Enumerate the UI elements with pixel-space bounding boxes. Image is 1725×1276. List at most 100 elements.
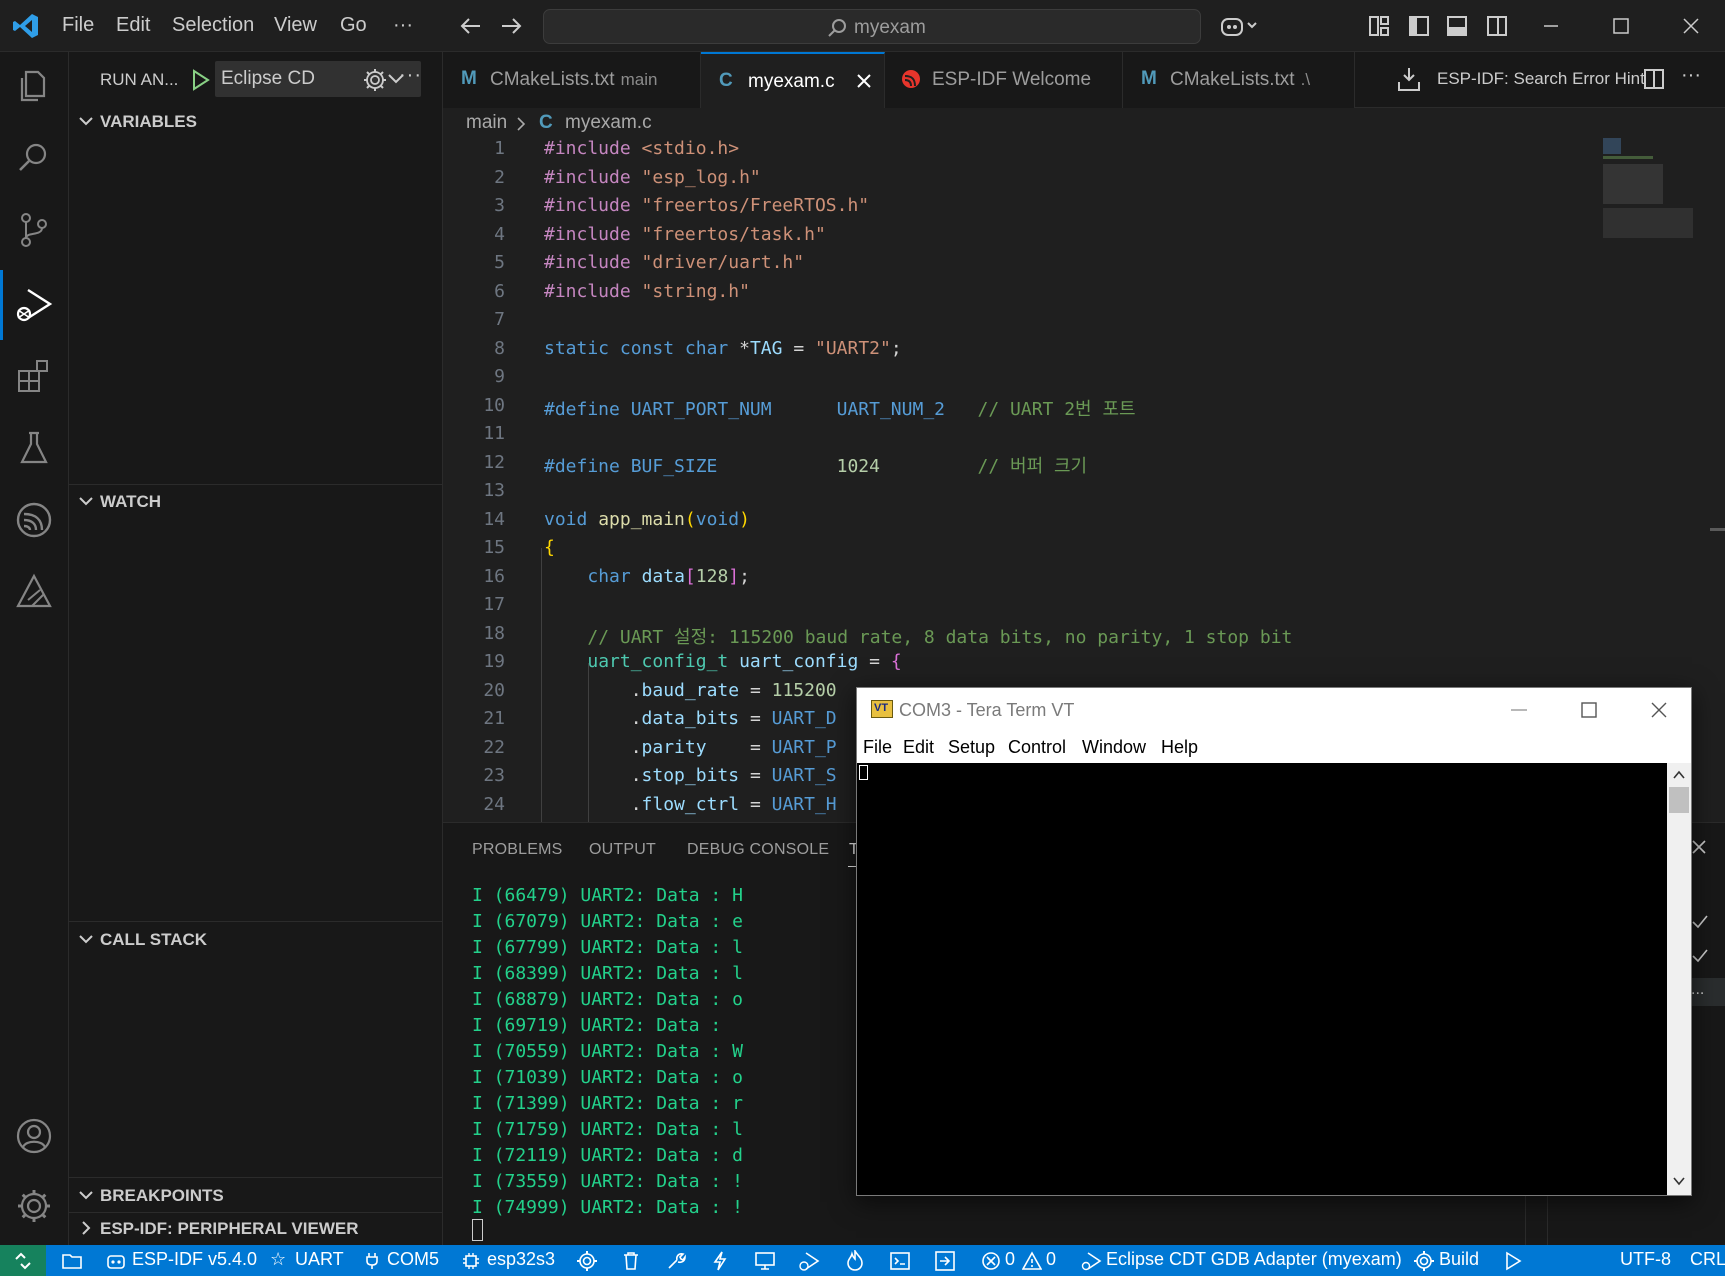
- close-window-icon[interactable]: [1649, 700, 1669, 720]
- line-number: 17: [483, 594, 505, 615]
- platformio-icon[interactable]: [14, 572, 54, 612]
- monitor-icon[interactable]: [754, 1251, 776, 1271]
- esp-idf-version[interactable]: ESP-IDF v5.4.0: [132, 1249, 257, 1270]
- minimize-icon[interactable]: [1540, 15, 1562, 37]
- code-line: char data[128];: [587, 565, 750, 587]
- settings-gear-icon[interactable]: [14, 1186, 54, 1226]
- search-error-hint-button[interactable]: ESP-IDF: Search Error Hint: [1437, 69, 1645, 89]
- close-window-icon[interactable]: [1680, 15, 1702, 37]
- scroll-down-icon[interactable]: [1672, 1175, 1686, 1187]
- tab-myexam-c[interactable]: C myexam.c: [701, 52, 885, 108]
- menu-go[interactable]: Go: [340, 14, 367, 37]
- section-watch[interactable]: WATCH: [69, 488, 443, 516]
- close-tab-icon[interactable]: [855, 72, 873, 90]
- split-editor-icon[interactable]: [1643, 68, 1665, 90]
- debug-icon[interactable]: [798, 1250, 820, 1272]
- run-icon[interactable]: [1504, 1251, 1522, 1271]
- section-peripheral-viewer[interactable]: ESP-IDF: PERIPHERAL VIEWER: [69, 1215, 443, 1243]
- run-task-icon[interactable]: [935, 1251, 955, 1271]
- menu-more[interactable]: ···: [393, 14, 413, 37]
- minimize-icon[interactable]: [1509, 702, 1529, 718]
- teraterm-scrollbar[interactable]: [1667, 763, 1691, 1195]
- tab-output[interactable]: OUTPUT: [589, 841, 656, 859]
- terminal-icon[interactable]: [890, 1251, 910, 1271]
- debug-config-value: Eclipse CD: [221, 68, 315, 89]
- minimap[interactable]: [1593, 138, 1713, 248]
- scroll-up-icon[interactable]: [1672, 769, 1686, 781]
- target-chip[interactable]: esp32s3: [487, 1249, 555, 1270]
- tt-menu-help[interactable]: Help: [1161, 737, 1198, 758]
- start-debugging-icon[interactable]: [191, 69, 211, 91]
- flash-icon[interactable]: [712, 1251, 728, 1271]
- copilot-icon[interactable]: [1220, 13, 1260, 39]
- breadcrumb-folder[interactable]: main: [466, 112, 507, 134]
- vscode-logo-icon[interactable]: [12, 12, 40, 40]
- tt-menu-control[interactable]: Control: [1008, 737, 1066, 758]
- menu-selection[interactable]: Selection: [172, 14, 254, 37]
- tt-menu-window[interactable]: Window: [1082, 737, 1146, 758]
- back-arrow-icon[interactable]: [460, 16, 482, 36]
- teraterm-terminal-screen[interactable]: [857, 763, 1667, 1195]
- search-icon[interactable]: [14, 138, 54, 178]
- teraterm-window[interactable]: VT COM3 - Tera Term VT File Edit Setup C…: [856, 687, 1692, 1196]
- tab-cmakelists-root[interactable]: M CMakeLists.txt .\: [1123, 52, 1355, 108]
- editor-more-actions-icon[interactable]: ···: [1681, 64, 1701, 87]
- build-flash-monitor-fire-icon[interactable]: [846, 1250, 864, 1272]
- folder-icon[interactable]: [62, 1252, 82, 1270]
- tab-cmakelists-main[interactable]: M CMakeLists.txt main: [443, 52, 701, 108]
- terminal-line: I (67079) UART2: Data : e: [472, 911, 743, 932]
- espressif-icon[interactable]: [14, 500, 54, 540]
- full-clean-trash-icon[interactable]: [622, 1251, 640, 1271]
- menu-view[interactable]: View: [274, 14, 317, 37]
- serial-port[interactable]: COM5: [387, 1249, 439, 1270]
- forward-arrow-icon[interactable]: [500, 16, 522, 36]
- project-name[interactable]: UART: [295, 1249, 344, 1270]
- breadcrumb-file[interactable]: myexam.c: [565, 112, 652, 134]
- terminal-line: I (68879) UART2: Data : o: [472, 989, 743, 1010]
- build-wrench-icon[interactable]: [666, 1251, 686, 1271]
- maximize-icon[interactable]: [1579, 700, 1599, 720]
- tab-debug-console[interactable]: DEBUG CONSOLE: [687, 841, 829, 859]
- search-error-hint-icon[interactable]: [1397, 66, 1421, 92]
- explorer-icon[interactable]: [14, 66, 54, 106]
- testing-flask-icon[interactable]: [14, 428, 54, 468]
- teraterm-title-bar[interactable]: VT COM3 - Tera Term VT: [857, 688, 1691, 733]
- section-breakpoints[interactable]: BREAKPOINTS: [69, 1182, 443, 1210]
- line-number: 24: [483, 793, 505, 815]
- remote-indicator[interactable]: [0, 1245, 46, 1276]
- extensions-icon[interactable]: [14, 356, 54, 396]
- warning-count[interactable]: 0: [1046, 1249, 1056, 1270]
- run-and-debug-icon[interactable]: [14, 284, 54, 324]
- divider: [69, 921, 443, 922]
- debug-configuration[interactable]: Eclipse CDT GDB Adapter (myexam): [1106, 1249, 1402, 1270]
- toggle-secondary-sidebar-icon[interactable]: [1486, 15, 1508, 37]
- command-center-search[interactable]: myexam: [543, 9, 1201, 44]
- line-number: 11: [483, 423, 505, 444]
- end-of-line[interactable]: CRL: [1690, 1249, 1725, 1270]
- section-variables[interactable]: VARIABLES: [69, 108, 443, 136]
- section-call-stack[interactable]: CALL STACK: [69, 926, 443, 954]
- tt-menu-file[interactable]: File: [863, 737, 892, 758]
- source-control-icon[interactable]: [14, 210, 54, 250]
- sdk-config-gear-icon[interactable]: [577, 1251, 597, 1271]
- build-button[interactable]: Build: [1439, 1249, 1479, 1270]
- customize-layout-icon[interactable]: [1368, 15, 1390, 37]
- open-launch-json-gear-icon[interactable]: [363, 68, 387, 92]
- close-panel-icon[interactable]: [1691, 839, 1707, 855]
- more-actions-icon[interactable]: ···: [399, 64, 422, 87]
- encoding[interactable]: UTF-8: [1620, 1249, 1671, 1270]
- debug-config-select[interactable]: Eclipse CD: [215, 61, 421, 97]
- tab-problems[interactable]: PROBLEMS: [472, 841, 563, 859]
- toggle-panel-icon[interactable]: [1446, 15, 1468, 37]
- toggle-primary-sidebar-icon[interactable]: [1408, 15, 1430, 37]
- accounts-icon[interactable]: [14, 1116, 54, 1156]
- maximize-icon[interactable]: [1610, 15, 1632, 37]
- tab-esp-idf-welcome[interactable]: ESP-IDF Welcome: [885, 52, 1123, 108]
- tt-menu-setup[interactable]: Setup: [948, 737, 995, 758]
- scroll-thumb[interactable]: [1669, 787, 1689, 813]
- menu-edit[interactable]: Edit: [116, 14, 150, 37]
- error-count[interactable]: 0: [1005, 1249, 1015, 1270]
- menu-file[interactable]: File: [62, 14, 94, 37]
- teraterm-logo: VT: [871, 700, 893, 718]
- tt-menu-edit[interactable]: Edit: [903, 737, 934, 758]
